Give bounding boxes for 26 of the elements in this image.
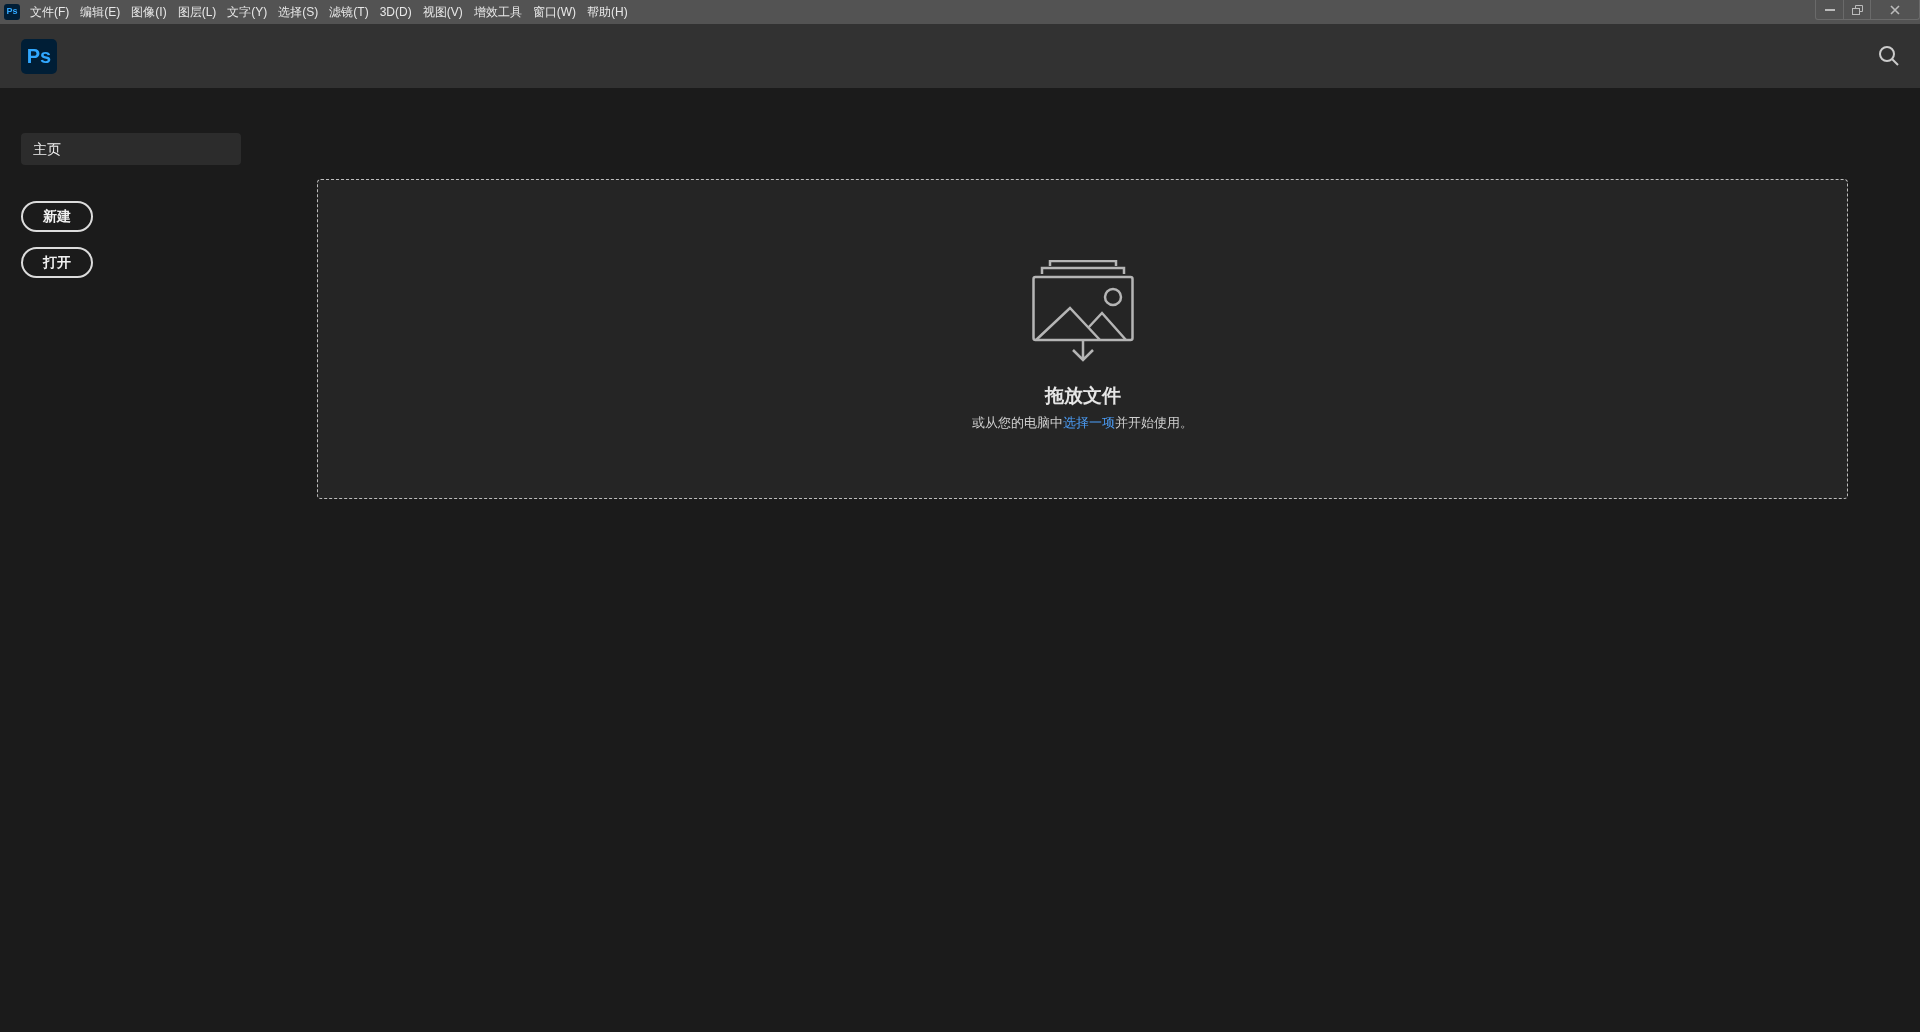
minimize-icon xyxy=(1824,8,1835,11)
menu-item[interactable]: 滤镜(T) xyxy=(329,3,369,21)
drop-instruction: 或从您的电脑中选择一项并开始使用。 xyxy=(972,413,1193,432)
menu-item[interactable]: 文件(F) xyxy=(30,3,70,21)
sidebar-button[interactable]: 打开 xyxy=(21,247,93,278)
menu-item[interactable]: 图层(L) xyxy=(177,3,217,21)
image-drop-icon xyxy=(1031,260,1134,364)
menu-item[interactable]: 图像(I) xyxy=(131,3,167,21)
menu-item[interactable]: 选择(S) xyxy=(278,3,319,21)
app-logo[interactable]: Ps xyxy=(21,38,57,74)
sidebar-item[interactable]: 主页 xyxy=(21,133,241,165)
drop-title: 拖放文件 xyxy=(1044,384,1121,408)
select-file-link[interactable]: 选择一项 xyxy=(1063,414,1115,430)
restore-icon xyxy=(1851,4,1863,15)
menu-item[interactable]: 编辑(E) xyxy=(80,3,121,21)
menu-item[interactable]: 3D(D) xyxy=(379,3,412,21)
drop-zone[interactable]: 拖放文件 或从您的电脑中选择一项并开始使用。 xyxy=(317,179,1848,499)
menu-item[interactable]: 帮助(H) xyxy=(587,3,628,21)
close-icon xyxy=(1890,4,1900,15)
menu-item[interactable]: 增效工具 xyxy=(473,3,522,21)
menu-item[interactable]: 窗口(W) xyxy=(532,3,576,21)
search-icon xyxy=(1878,45,1900,67)
app-icon[interactable]: Ps xyxy=(4,4,20,20)
menu-item[interactable]: 视图(V) xyxy=(422,3,463,21)
sidebar-button[interactable]: 新建 xyxy=(21,201,93,232)
menu-item[interactable]: 文字(Y) xyxy=(227,3,268,21)
